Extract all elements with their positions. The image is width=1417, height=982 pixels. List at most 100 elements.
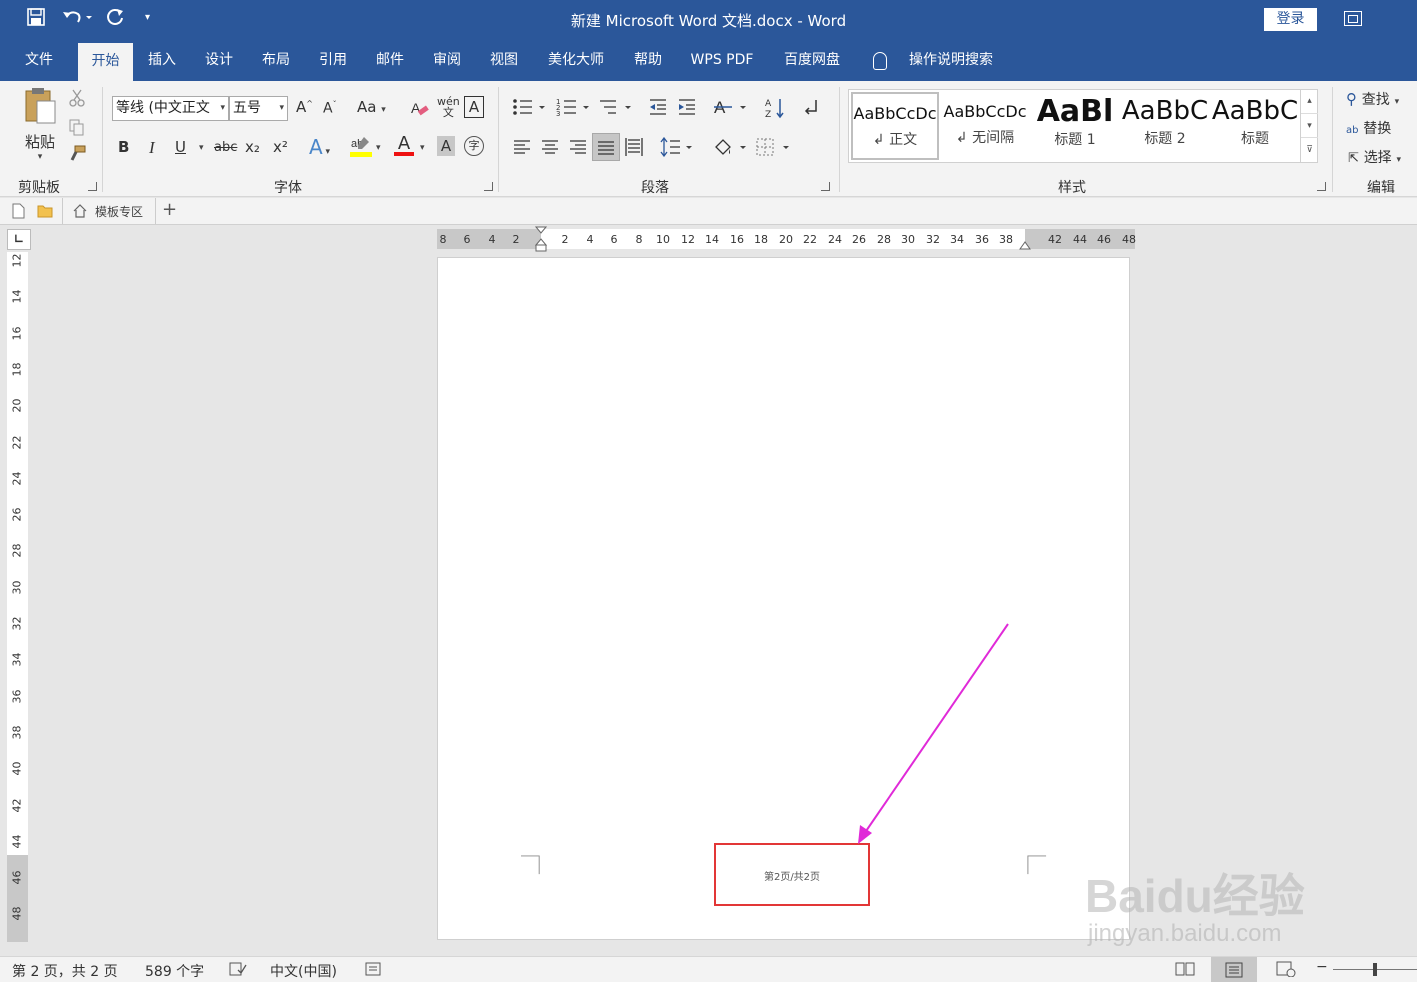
tab-mailings[interactable]: 邮件	[367, 40, 413, 81]
bold-button[interactable]: B	[118, 138, 129, 156]
gallery-more-icon[interactable]: ⊽	[1301, 137, 1318, 161]
select-button[interactable]: ⇱ 选择 ▾	[1348, 147, 1401, 167]
horizontal-ruler[interactable]: 8 6 4 2 2 4 6 8 10 12 14 16 18 20 22 24 26 28 30 32 34 36 38 42…	[437, 226, 1136, 252]
chinese-layout-icon[interactable]: A	[714, 97, 748, 121]
zoom-slider-thumb[interactable]	[1373, 963, 1377, 976]
ruler-tick-label: 12	[10, 253, 24, 268]
tab-baidu-netdisk[interactable]: 百度网盘	[773, 40, 851, 81]
chevron-down-icon[interactable]: ▾	[376, 143, 381, 153]
multilevel-list-icon[interactable]	[598, 97, 632, 121]
macro-record-icon[interactable]	[365, 961, 381, 981]
folder-icon[interactable]	[37, 204, 53, 222]
new-tab-button[interactable]: +	[162, 199, 177, 220]
numbering-icon[interactable]: 123	[556, 97, 590, 121]
tell-me-search[interactable]: 操作说明搜索	[898, 40, 1004, 81]
template-zone-tab[interactable]: 模板专区	[62, 198, 156, 224]
style-normal[interactable]: AaBbCcDc ↲ 正文	[851, 92, 939, 160]
bullets-icon[interactable]	[512, 97, 546, 121]
grow-font-icon[interactable]: A^	[296, 98, 313, 116]
justify-icon[interactable]	[592, 133, 620, 161]
title-bar: ▾ 新建 Microsoft Word 文档.docx - Word 登录	[0, 0, 1417, 40]
chevron-down-icon[interactable]: ▾	[1301, 113, 1318, 137]
style-heading-2[interactable]: AaBbC 标题 2	[1121, 92, 1209, 160]
format-painter-icon[interactable]	[68, 145, 86, 167]
chevron-up-icon[interactable]: ▴	[1301, 89, 1318, 113]
new-document-icon[interactable]	[12, 203, 25, 223]
show-paragraph-marks-icon[interactable]	[802, 97, 820, 121]
font-name-combo[interactable]: 等线 (中文正文 ▾	[112, 96, 229, 121]
style-heading-1[interactable]: AaBl 标题 1	[1031, 92, 1119, 160]
align-right-icon[interactable]	[569, 139, 587, 159]
italic-button[interactable]: I	[149, 138, 155, 158]
tab-help[interactable]: 帮助	[625, 40, 671, 81]
copy-icon[interactable]	[68, 118, 86, 140]
borders-icon[interactable]	[755, 137, 791, 161]
print-layout-view-button[interactable]	[1211, 957, 1257, 982]
font-size-combo[interactable]: 五号 ▾	[229, 96, 288, 121]
tab-file[interactable]: 文件	[14, 40, 64, 81]
language-status[interactable]: 中文(中国)	[270, 961, 337, 981]
tab-view[interactable]: 视图	[481, 40, 527, 81]
ruler-tick-label: 2	[561, 233, 569, 246]
character-border-button[interactable]: A	[464, 96, 484, 118]
tab-references[interactable]: 引用	[310, 40, 356, 81]
align-left-icon[interactable]	[513, 139, 531, 159]
underline-options-icon[interactable]: ▾	[199, 143, 204, 153]
strikethrough-button[interactable]: abc	[214, 140, 237, 155]
clear-formatting-icon[interactable]: A	[410, 98, 430, 122]
document-page[interactable]	[437, 257, 1130, 940]
increase-indent-icon[interactable]	[677, 97, 697, 121]
decrease-indent-icon[interactable]	[648, 97, 668, 121]
first-line-indent-marker[interactable]	[534, 226, 548, 256]
tab-wps-pdf[interactable]: WPS PDF	[682, 40, 762, 81]
phonetic-guide-icon[interactable]: wén 文	[437, 96, 460, 118]
page-count-status[interactable]: 第 2 页，共 2 页	[12, 961, 118, 981]
tab-home[interactable]: 开始	[78, 43, 133, 81]
ruler-tick-label: 48	[1122, 233, 1136, 246]
styles-launcher-icon[interactable]	[1317, 182, 1326, 191]
shrink-font-icon[interactable]: Aˇ	[323, 100, 337, 117]
line-spacing-icon[interactable]	[660, 136, 694, 161]
style-no-spacing[interactable]: AaBbCcDc ↲ 无间隔	[941, 92, 1029, 160]
paragraph-launcher-icon[interactable]	[821, 182, 830, 191]
right-indent-marker[interactable]	[1019, 239, 1031, 254]
align-center-icon[interactable]	[541, 139, 559, 159]
superscript-button[interactable]: x²	[273, 138, 288, 156]
ruler-tick-label: 4	[488, 233, 496, 246]
tab-review[interactable]: 审阅	[424, 40, 470, 81]
distributed-icon[interactable]	[625, 137, 643, 161]
cut-icon[interactable]	[68, 89, 86, 111]
underline-button[interactable]: U	[175, 138, 186, 156]
tab-design[interactable]: 设计	[196, 40, 242, 81]
style-title[interactable]: AaBbC 标题	[1211, 92, 1299, 160]
zoom-out-button[interactable]: −	[1316, 959, 1328, 975]
tab-insert[interactable]: 插入	[139, 40, 185, 81]
tab-selector[interactable]: ∟	[7, 229, 31, 250]
chevron-down-icon[interactable]: ▾	[420, 143, 425, 153]
subscript-button[interactable]: x₂	[245, 138, 260, 156]
shading-icon[interactable]	[712, 137, 748, 161]
find-button[interactable]: ⚲ 查找 ▾	[1346, 89, 1399, 109]
replace-button[interactable]: ab 替换	[1346, 118, 1391, 138]
character-shading-button[interactable]: A	[437, 136, 455, 156]
vertical-ruler[interactable]: 12 14 16 18 20 22 24 26 28 30 32 34 36 38 40 42 44 46 48	[7, 252, 28, 942]
font-launcher-icon[interactable]	[484, 182, 493, 191]
ribbon-display-options-icon[interactable]	[1344, 11, 1362, 26]
gallery-scrollbar[interactable]: ▴ ▾ ⊽	[1300, 89, 1318, 163]
highlight-color-icon[interactable]: ab	[350, 135, 372, 161]
web-layout-icon[interactable]	[1276, 961, 1296, 981]
text-effects-icon[interactable]: A ▾	[309, 135, 330, 159]
read-mode-icon[interactable]	[1175, 961, 1195, 981]
font-color-button[interactable]: A	[394, 133, 414, 156]
word-count-status[interactable]: 589 个字	[145, 961, 204, 981]
font-group-label: 字体	[274, 180, 302, 196]
login-button[interactable]: 登录	[1264, 8, 1317, 31]
proofing-icon[interactable]	[229, 961, 247, 981]
enclose-characters-button[interactable]: 字	[464, 136, 484, 156]
paste-button[interactable]: 粘贴 ▾	[20, 87, 60, 167]
change-case-button[interactable]: Aa ▾	[357, 98, 386, 116]
clipboard-launcher-icon[interactable]	[88, 182, 97, 191]
tab-layout[interactable]: 布局	[253, 40, 299, 81]
tab-beautify-master[interactable]: 美化大师	[538, 40, 614, 81]
sort-icon[interactable]: AZ	[765, 97, 785, 123]
